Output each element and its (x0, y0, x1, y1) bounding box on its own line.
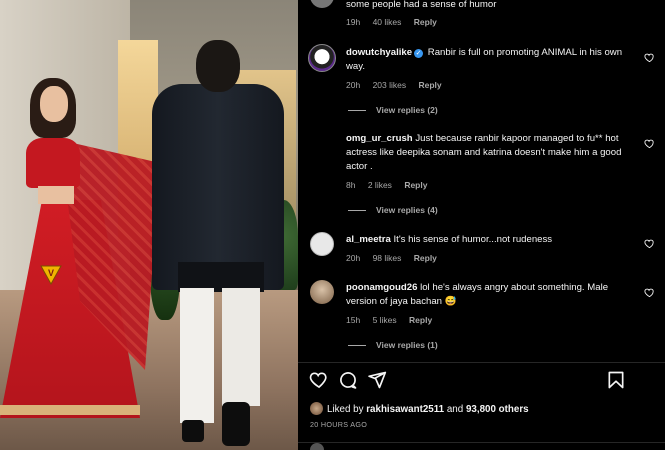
woman-waist (38, 186, 74, 204)
woman-lehenga-border (0, 405, 140, 415)
woman-face (40, 86, 68, 122)
man-trouser-right (222, 288, 260, 406)
comment-meta: 15h 5 likes Reply (346, 315, 442, 325)
comment-body: dowutchyalike ✓ Ranbir is full on promoti… (346, 46, 636, 74)
liked-by-and: and (446, 404, 464, 415)
comment-meta: 20h 98 likes Reply (346, 253, 447, 263)
comment-meta: 20h 203 likes Reply (346, 80, 452, 90)
comment-body: poonamgoud26 lol he's always angry about… (346, 281, 636, 309)
comment-time: 8h (346, 180, 356, 190)
comment-time: 20h (346, 253, 361, 263)
man-shoe-right (222, 402, 250, 446)
comment-time: 15h (346, 315, 361, 325)
bookmark-icon[interactable] (606, 370, 626, 390)
comment-username[interactable]: dowutchyalike (346, 47, 412, 58)
comments-panel: some people had a sense of humor 19h 40 … (298, 0, 665, 450)
view-replies-line (348, 210, 366, 212)
heart-icon[interactable] (644, 238, 655, 249)
comment-username[interactable]: poonamgoud26 (346, 282, 417, 293)
avatar[interactable] (308, 44, 336, 72)
post-media[interactable]: V (0, 0, 298, 450)
view-replies-button[interactable]: View replies (1) (348, 340, 438, 350)
comment-text: some people had a sense of humor (346, 0, 497, 10)
reply-button[interactable]: Reply (414, 17, 437, 27)
action-bar (298, 370, 665, 392)
comment-username[interactable]: al_meetra (346, 234, 391, 245)
watermark-logo-icon: V (40, 265, 62, 286)
comment-meta: 8h 2 likes Reply (346, 180, 437, 190)
liker-avatar[interactable] (310, 402, 323, 415)
comment-username[interactable]: omg_ur_crush (346, 133, 413, 144)
comment-likes[interactable]: 203 likes (373, 80, 407, 90)
avatar[interactable] (310, 280, 334, 304)
liked-by-prefix: Liked by (327, 404, 364, 415)
avatar[interactable] (310, 232, 334, 256)
reply-button[interactable]: Reply (419, 80, 442, 90)
comment-likes[interactable]: 98 likes (373, 253, 402, 263)
comment-likes[interactable]: 5 likes (373, 315, 397, 325)
view-replies-line (348, 110, 366, 112)
heart-icon[interactable] (644, 138, 655, 149)
reply-button[interactable]: Reply (414, 253, 437, 263)
comment-body: omg_ur_crush Just because ranbir kapoor … (346, 132, 636, 174)
liked-by-user[interactable]: rakhisawant2511 (366, 404, 444, 415)
heart-icon[interactable] (644, 287, 655, 298)
comment-likes[interactable]: 2 likes (368, 180, 392, 190)
man-sherwani (152, 84, 284, 290)
view-replies-line (348, 345, 366, 347)
heart-icon[interactable] (644, 52, 655, 63)
liked-by-others[interactable]: 93,800 others (466, 404, 529, 415)
comment-icon[interactable] (338, 370, 358, 390)
divider (298, 362, 665, 363)
man-shoe-left (182, 420, 204, 442)
woman-blouse (26, 138, 80, 188)
comment-likes[interactable]: 40 likes (373, 17, 402, 27)
current-user-avatar (310, 443, 324, 450)
reply-button[interactable]: Reply (409, 315, 432, 325)
avatar[interactable] (310, 0, 334, 8)
view-replies-button[interactable]: View replies (2) (348, 105, 438, 115)
view-replies-button[interactable]: View replies (4) (348, 205, 438, 215)
man-head (196, 40, 240, 92)
comment-text: It's his sense of humor...not rudeness (393, 234, 553, 245)
verified-icon: ✓ (414, 49, 424, 58)
likes-summary: Liked by rakhisawant2511 and 93,800 othe… (310, 402, 529, 415)
share-icon[interactable] (367, 370, 387, 390)
reply-button[interactable]: Reply (404, 180, 427, 190)
comment-time: 20h (346, 80, 361, 90)
heart-icon[interactable] (309, 370, 329, 390)
post-timestamp[interactable]: 20 HOURS AGO (310, 420, 367, 429)
comment-meta: 19h 40 likes Reply (346, 17, 447, 27)
comment-time: 19h (346, 17, 361, 27)
man-trouser-left (180, 288, 214, 423)
comment-body: al_meetra It's his sense of humor...not … (346, 233, 636, 247)
svg-text:V: V (48, 268, 54, 278)
divider (298, 442, 665, 443)
